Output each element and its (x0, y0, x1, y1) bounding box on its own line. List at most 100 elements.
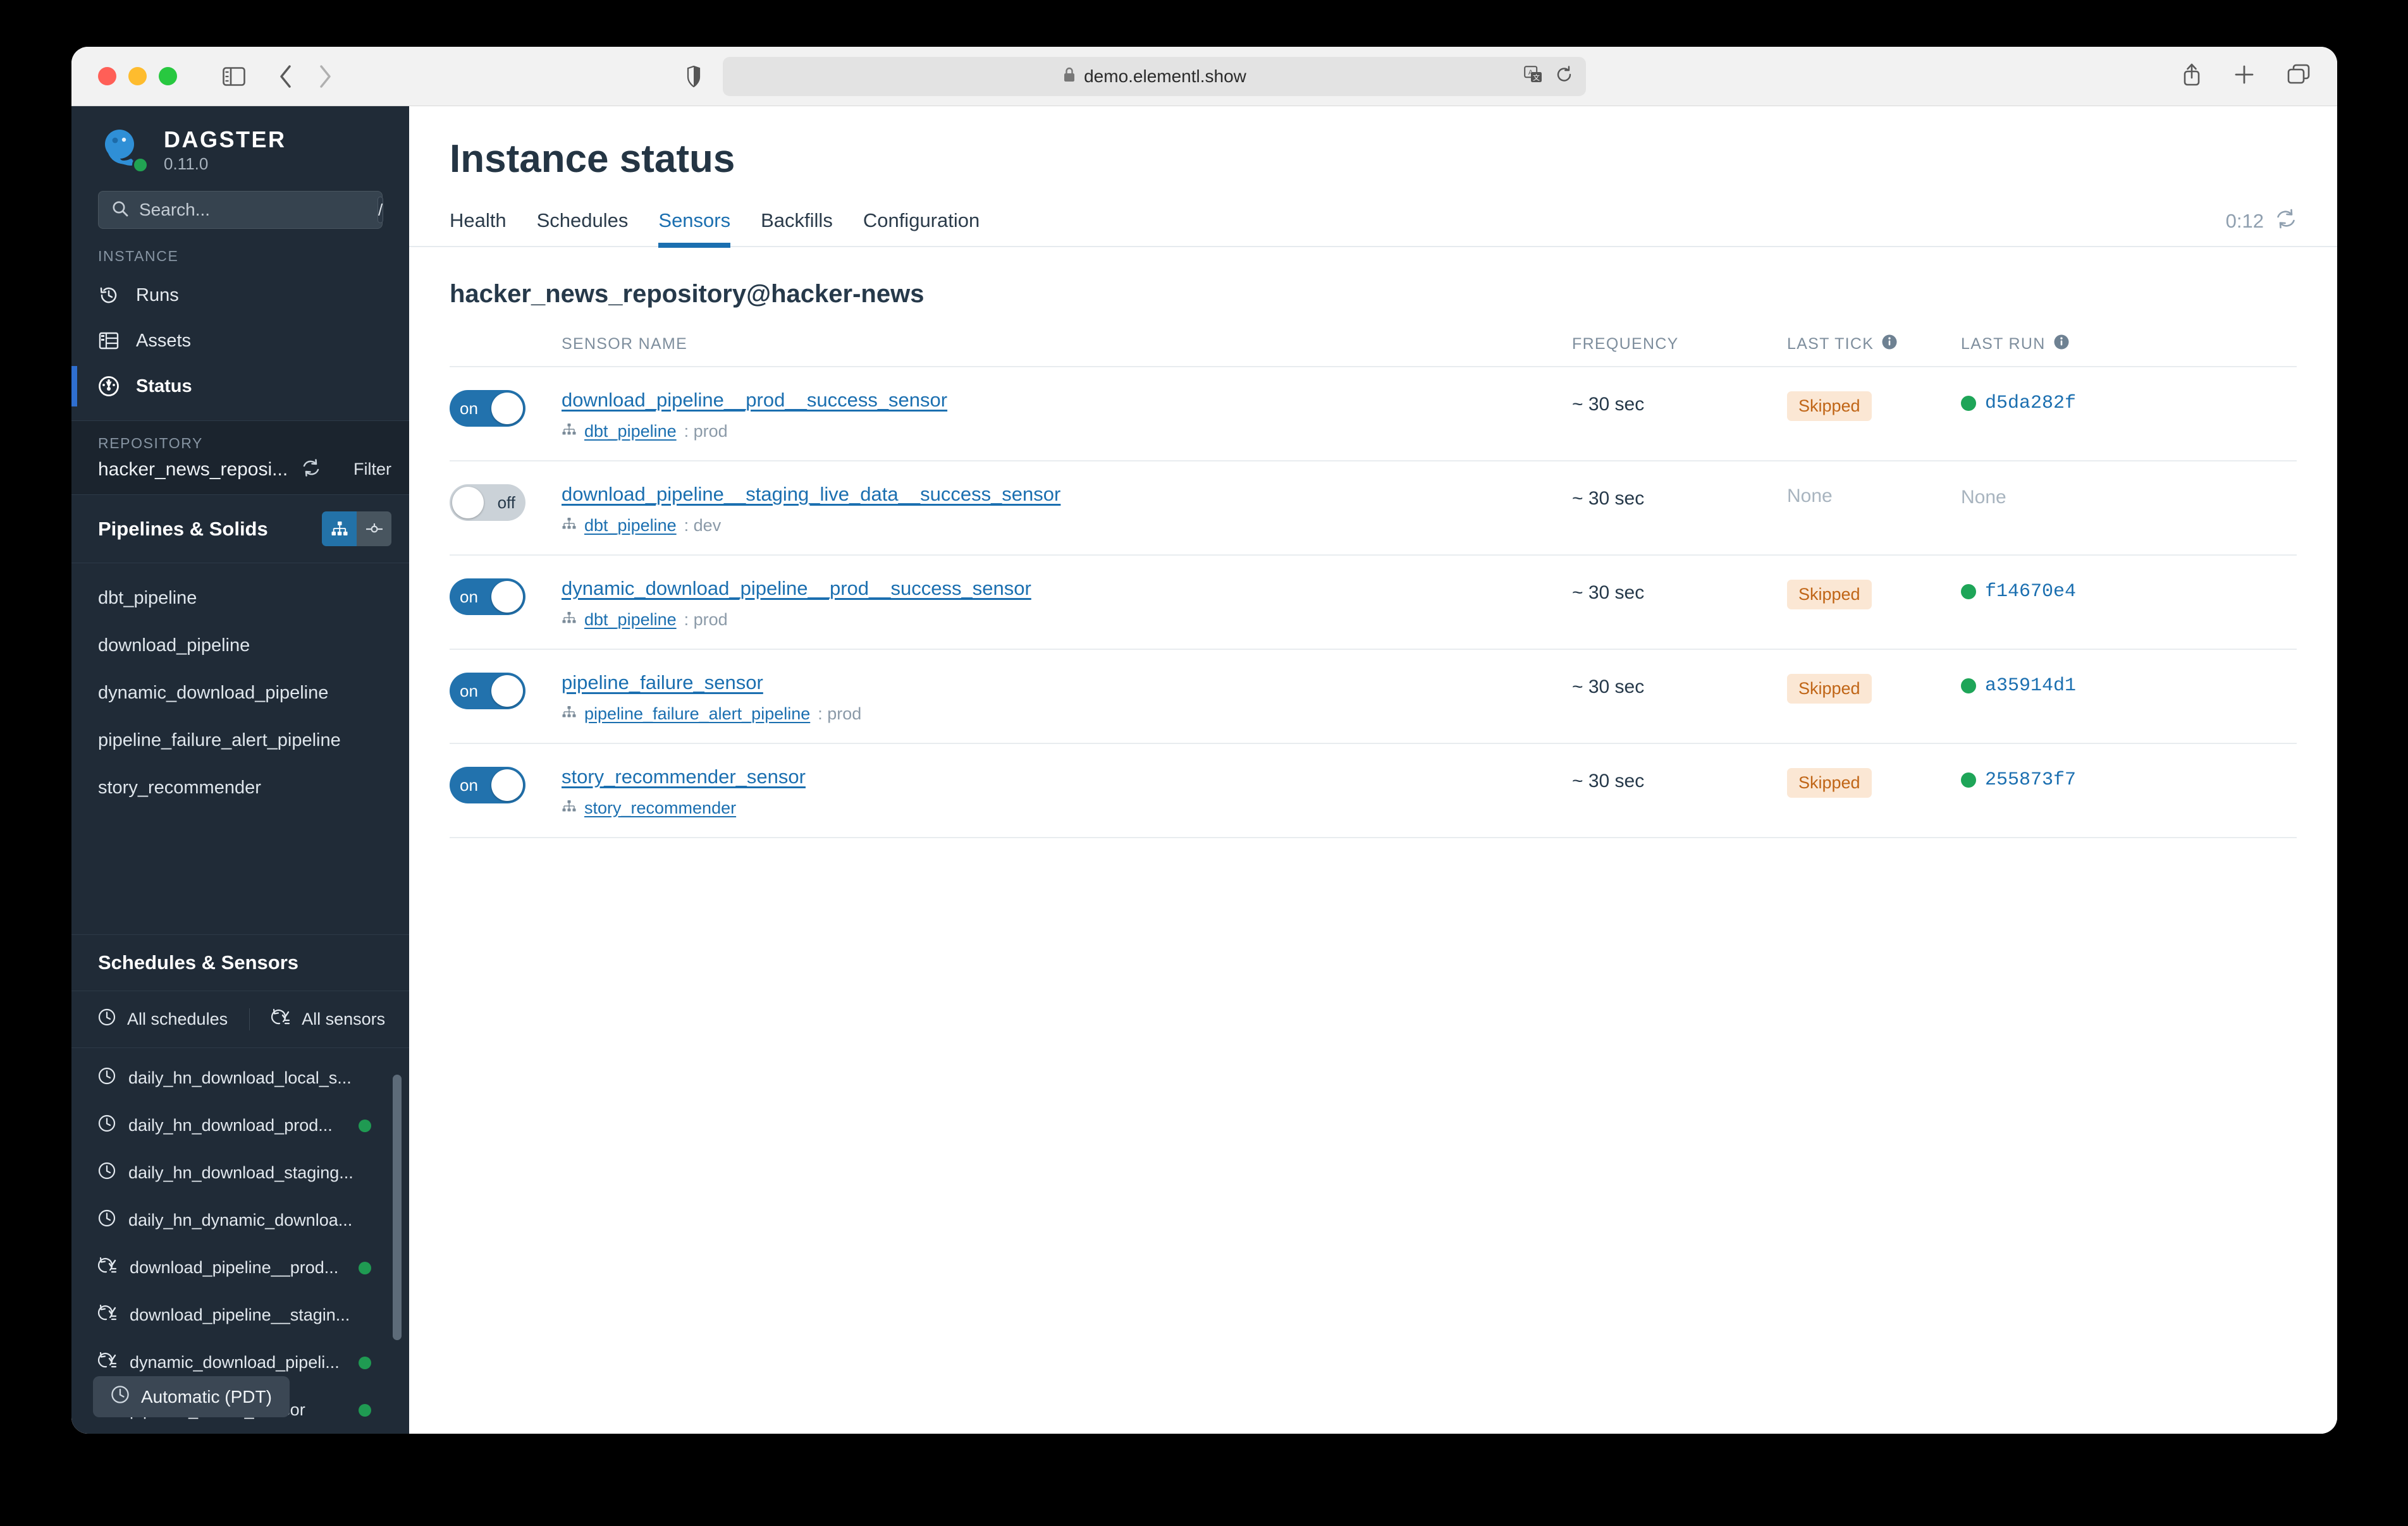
reload-icon[interactable] (1556, 65, 1573, 87)
cell-frequency: ~ 30 sec (1572, 582, 1645, 603)
search-input[interactable] (139, 200, 367, 220)
plus-icon[interactable] (2233, 64, 2255, 89)
info-icon[interactable] (2053, 334, 2070, 355)
timezone-label: Automatic (PDT) (141, 1386, 272, 1407)
toggle-knob (491, 393, 523, 424)
tab-overview-icon[interactable] (2287, 64, 2311, 89)
tab-backfills[interactable]: Backfills (761, 209, 833, 246)
forward-button[interactable] (317, 64, 333, 89)
run-id-link[interactable]: d5da282f (1985, 393, 2076, 414)
svg-text:文: 文 (1533, 73, 1540, 82)
back-button[interactable] (278, 64, 293, 89)
list-item[interactable]: download_pipeline__stagin... (71, 1291, 409, 1339)
list-item[interactable]: daily_hn_download_prod... (71, 1102, 409, 1149)
pipeline-icon (562, 704, 577, 724)
sensor-toggle[interactable]: on (450, 578, 525, 615)
privacy-shield-icon[interactable] (687, 65, 701, 87)
pipeline-icon (562, 516, 577, 535)
sensor-name-link[interactable]: story_recommender_sensor (562, 766, 806, 788)
repository-name[interactable]: hacker_news_reposi... (98, 459, 288, 480)
pipeline-list-item[interactable]: story_recommender (71, 764, 409, 812)
sensor-toggle[interactable]: on (450, 390, 525, 427)
pipelines-view-toggle[interactable] (322, 511, 391, 546)
column-header-last-run: LAST RUN (1961, 334, 2297, 355)
share-icon[interactable] (2182, 63, 2202, 90)
tab-sensors[interactable]: Sensors (658, 209, 730, 248)
sidebar-toggle-icon[interactable] (223, 66, 245, 86)
list-item[interactable]: daily_hn_download_local_s... (71, 1054, 409, 1102)
run-id-link[interactable]: a35914d1 (1985, 675, 2076, 697)
toggle-knob (491, 675, 523, 707)
tab-health[interactable]: Health (450, 209, 507, 246)
sidebar-scrollbar[interactable] (393, 1075, 402, 1340)
cell-frequency: ~ 30 sec (1572, 771, 1645, 791)
sensor-name-link[interactable]: dynamic_download_pipeline__prod__success… (562, 577, 1031, 600)
pipeline-link[interactable]: pipeline_failure_alert_pipeline (584, 704, 810, 724)
sensor-name-link[interactable]: download_pipeline__prod__success_sensor (562, 389, 947, 412)
tab-schedules[interactable]: Schedules (537, 209, 629, 246)
pipeline-icon (562, 610, 577, 630)
sidebar-item-assets[interactable]: Assets (71, 318, 409, 363)
repository-filter-button[interactable]: Filter (353, 460, 391, 479)
table-row: on download_pipeline__prod__success_sens… (450, 367, 2297, 461)
list-item-label: daily_hn_download_local_s... (128, 1068, 352, 1087)
status-badge: Skipped (1787, 391, 1872, 421)
pipeline-link[interactable]: story_recommender (584, 798, 736, 818)
run-id-link[interactable]: 255873f7 (1985, 769, 2076, 791)
address-bar[interactable]: demo.elementl.show A文 (723, 56, 1586, 96)
sidebar-item-runs[interactable]: Runs (71, 272, 409, 318)
translate-icon[interactable]: A文 (1524, 66, 1543, 87)
run-status-dot (1961, 396, 1976, 411)
status-dot (359, 1403, 371, 1417)
node-icon[interactable] (357, 511, 391, 546)
pipeline-list-item[interactable]: dbt_pipeline (71, 575, 409, 622)
tab-configuration[interactable]: Configuration (863, 209, 980, 246)
sensor-name-link[interactable]: pipeline_failure_sensor (562, 671, 861, 694)
table-header-row: SENSOR NAME FREQUENCY LAST TICK LAST RUN (450, 334, 2297, 367)
pipeline-link[interactable]: dbt_pipeline (584, 422, 677, 441)
sensor-toggle[interactable]: on (450, 673, 525, 709)
sidebar-item-label: Status (136, 375, 192, 396)
list-item-label: daily_hn_download_prod... (128, 1116, 333, 1135)
pipeline-mode: : dev (684, 516, 722, 535)
pipeline-list-item[interactable]: dynamic_download_pipeline (71, 669, 409, 717)
app-name: DAGSTER (164, 126, 286, 152)
list-item[interactable]: daily_hn_download_staging... (71, 1149, 409, 1197)
cell-last-tick: None (1787, 482, 1961, 507)
pipeline-list-item[interactable]: pipeline_failure_alert_pipeline (71, 717, 409, 764)
lock-icon (1062, 66, 1076, 86)
cell-last-tick: Skipped (1787, 670, 1961, 704)
all-schedules-tab[interactable]: All schedules (71, 1008, 228, 1030)
refresh-icon[interactable] (2275, 208, 2297, 235)
search-box[interactable]: / (98, 191, 384, 229)
table-row: on dynamic_download_pipeline__prod__succ… (450, 556, 2297, 650)
maximize-window-button[interactable] (159, 67, 177, 85)
table-row: on pipeline_failure_sensor pipeline_fail… (450, 650, 2297, 744)
toggle-label: on (460, 587, 478, 606)
run-id-link[interactable]: f14670e4 (1985, 581, 2076, 602)
list-item[interactable]: download_pipeline__prod... (71, 1244, 409, 1291)
column-header-frequency: FREQUENCY (1572, 335, 1679, 353)
sensor-toggle[interactable]: off (450, 484, 525, 521)
left-sidebar: DAGSTER 0.11.0 / INSTANCE Runs (71, 106, 409, 1434)
pipeline-list-item[interactable]: download_pipeline (71, 622, 409, 669)
brand-header[interactable]: DAGSTER 0.11.0 (71, 106, 409, 185)
pipeline-link[interactable]: dbt_pipeline (584, 610, 677, 630)
list-item[interactable]: daily_hn_dynamic_downloa... (71, 1197, 409, 1244)
sidebar-item-label: Runs (136, 284, 179, 305)
pipeline-link[interactable]: dbt_pipeline (584, 516, 677, 535)
minimize-window-button[interactable] (128, 67, 147, 85)
clock-icon (98, 1209, 116, 1231)
column-header-last-tick: LAST TICK (1787, 334, 1961, 355)
info-icon[interactable] (1881, 334, 1898, 355)
sensor-name-link[interactable]: download_pipeline__staging_live_data__su… (562, 483, 1060, 506)
all-sensors-tab[interactable]: All sensors (249, 1008, 385, 1030)
close-window-button[interactable] (98, 67, 116, 85)
timezone-selector[interactable]: Automatic (PDT) (93, 1376, 290, 1417)
page-title: Instance status (450, 137, 735, 181)
sensor-toggle[interactable]: on (450, 767, 525, 803)
toggle-label: on (460, 681, 478, 700)
hierarchy-icon[interactable] (322, 511, 357, 546)
reload-icon[interactable] (302, 458, 321, 480)
sidebar-item-status[interactable]: Status (71, 363, 409, 409)
